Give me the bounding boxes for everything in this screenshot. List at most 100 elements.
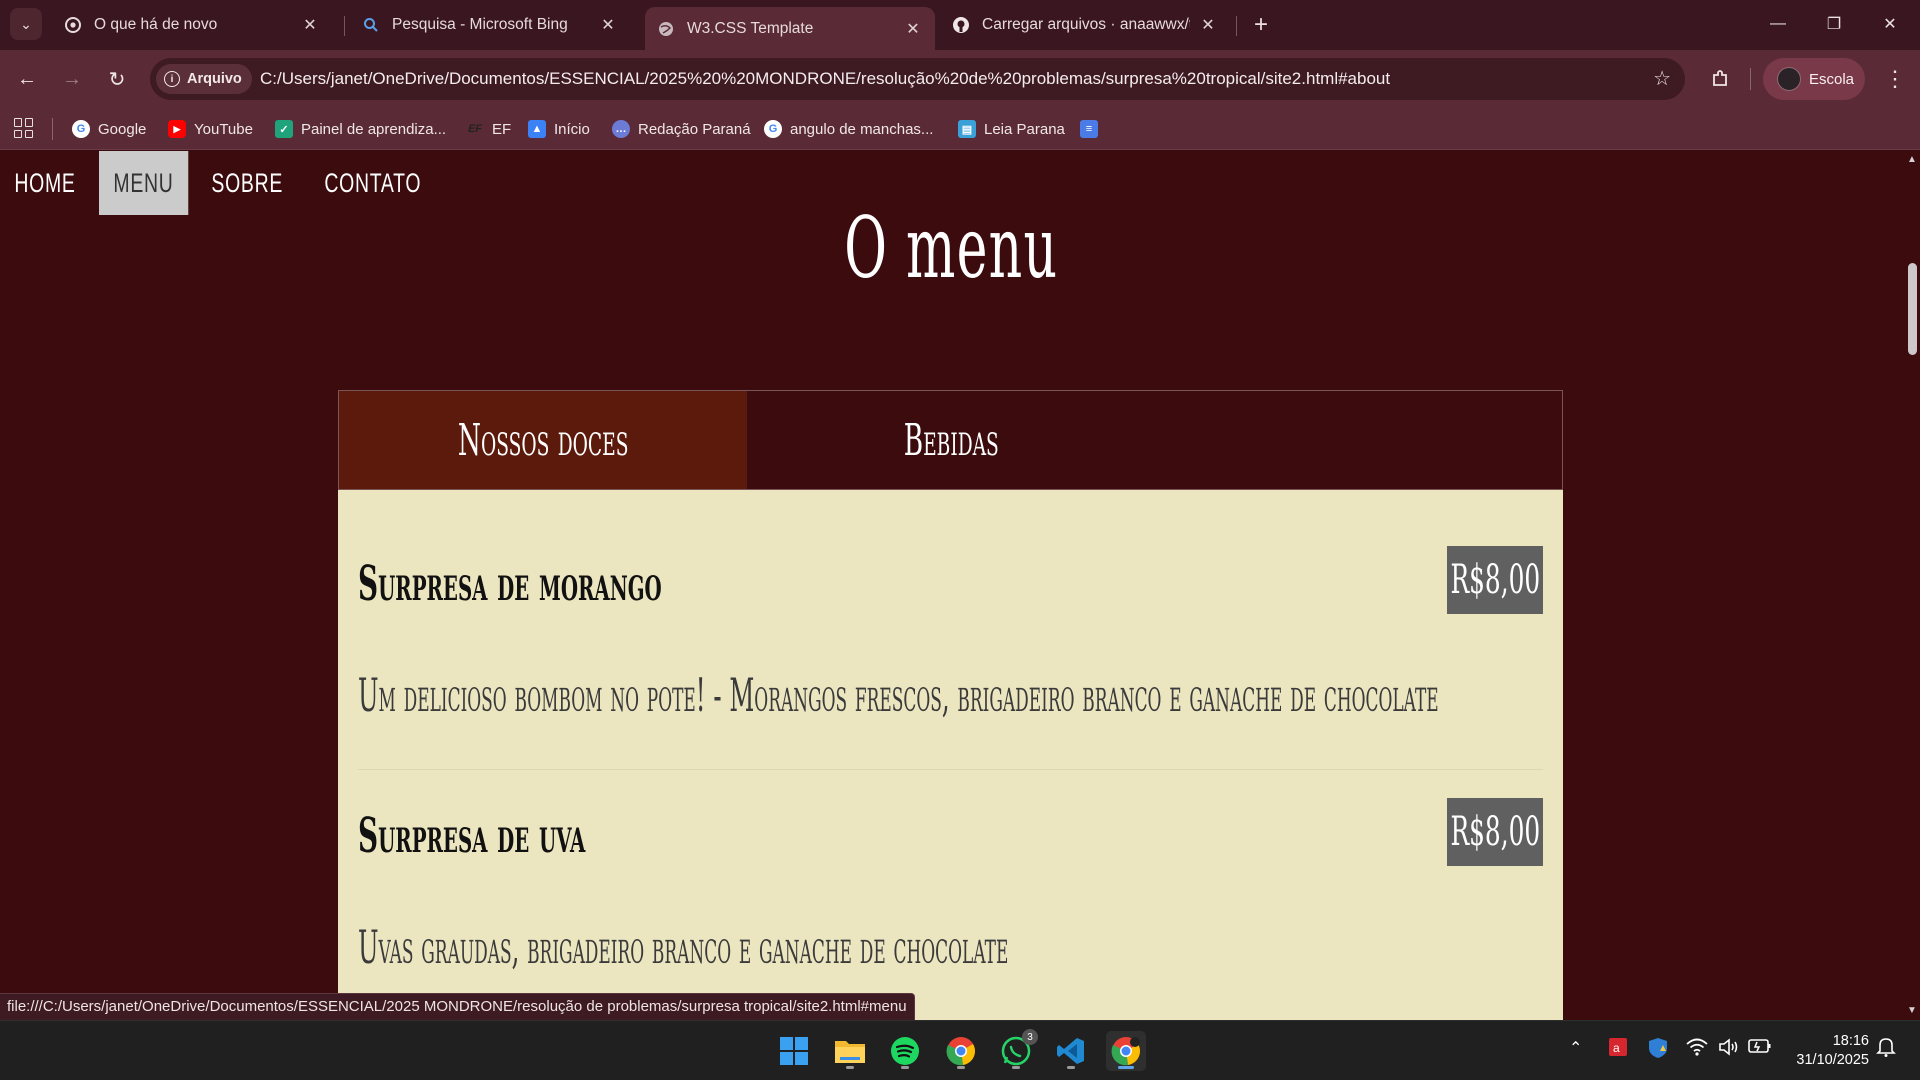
bookmark-ef[interactable]: EF EF: [466, 117, 511, 141]
google-icon: G: [764, 120, 782, 138]
plus-icon: +: [1253, 11, 1268, 38]
browser-titlebar: ⌄ O que há de novo ✕ Pesquisa - Microsof…: [0, 0, 1920, 50]
spotify-icon[interactable]: [885, 1031, 925, 1071]
vscode-icon[interactable]: [1051, 1031, 1091, 1071]
forward-button[interactable]: →: [56, 63, 88, 95]
bookmark-docs[interactable]: ≡: [1080, 117, 1106, 141]
chevron-up-icon[interactable]: ⌃: [1569, 1038, 1582, 1058]
wifi-icon[interactable]: [1686, 1038, 1708, 1061]
item-description: Uvas graudas, brigadeiro branco e ganach…: [358, 920, 1009, 974]
web-page: HOME MENU SOBRE CONTATO O menu Nossos do…: [0, 151, 1904, 1020]
tab-title: Pesquisa - Microsoft Bing: [392, 16, 568, 33]
app-tray-icon[interactable]: a: [1608, 1037, 1628, 1062]
nav-home[interactable]: HOME: [0, 151, 90, 215]
bookmark-label: angulo de manchas...: [790, 120, 934, 138]
chevron-down-icon: ⌄: [20, 15, 32, 32]
close-icon[interactable]: ✕: [300, 15, 320, 35]
tab-title: O que há de novo: [94, 16, 218, 33]
taskbar: 3 ⌃ a 18:16 31/10/2025: [0, 1020, 1920, 1080]
minimize-button[interactable]: —: [1750, 0, 1806, 48]
back-button[interactable]: ←: [11, 63, 43, 95]
running-indicator: [1118, 1066, 1134, 1069]
tab-search-button[interactable]: ⌄: [10, 8, 42, 40]
address-bar[interactable]: i Arquivo C:/Users/janet/OneDrive/Docume…: [150, 58, 1685, 100]
clock-date: 31/10/2025: [1796, 1052, 1869, 1068]
running-indicator: [1012, 1066, 1020, 1069]
search-icon: [362, 16, 380, 34]
battery-icon[interactable]: [1748, 1038, 1772, 1059]
reload-button[interactable]: ↻: [101, 63, 133, 95]
bookmark-painel[interactable]: ✓ Painel de aprendiza...: [275, 117, 446, 141]
nav-sobre[interactable]: SOBRE: [197, 151, 297, 215]
toolbar-separator: [1750, 68, 1751, 90]
whatsapp-icon[interactable]: 3: [996, 1029, 1038, 1071]
tab-bing[interactable]: Pesquisa - Microsoft Bing ✕: [350, 7, 630, 43]
youtube-icon: ▶: [168, 120, 186, 138]
bookmark-angulo[interactable]: G angulo de manchas...: [764, 117, 933, 141]
clock-time: 18:16: [1832, 1033, 1869, 1049]
bookmark-label: YouTube: [194, 120, 253, 138]
shield-icon[interactable]: [1648, 1037, 1668, 1064]
book-icon: ▤: [958, 120, 976, 138]
bookmark-youtube[interactable]: ▶ YouTube: [168, 117, 253, 141]
tab-w3css-template[interactable]: W3.CSS Template ✕: [645, 7, 935, 50]
scroll-down-arrow-icon[interactable]: ▼: [1907, 1006, 1917, 1016]
scroll-thumb[interactable]: [1908, 263, 1917, 355]
running-indicator: [846, 1066, 854, 1069]
bookmark-label: Início: [554, 120, 590, 138]
google-icon: G: [72, 120, 90, 138]
browser-menu-button[interactable]: ⋮: [1880, 63, 1910, 95]
scroll-up-arrow-icon[interactable]: ▲: [1907, 155, 1917, 165]
info-icon: i: [164, 71, 180, 87]
menu-item: Surpresa de morango R$8,00 Um delicioso …: [358, 546, 1543, 736]
taskbar-clock[interactable]: 18:16 31/10/2025: [1779, 1032, 1869, 1070]
chrome-profile-icon[interactable]: [1106, 1031, 1146, 1071]
reload-icon: ↻: [108, 68, 126, 91]
profile-button[interactable]: Escola: [1763, 58, 1865, 100]
file-explorer-icon[interactable]: [830, 1031, 870, 1071]
page-scrollbar[interactable]: ▲ ▼: [1904, 151, 1920, 1020]
bookmark-label: Google: [98, 120, 147, 138]
nav-menu[interactable]: MENU: [99, 151, 188, 215]
chrome-icon: [64, 16, 82, 34]
github-icon: [952, 16, 970, 34]
restore-icon: ❐: [1826, 16, 1842, 33]
bookmark-star-icon[interactable]: ☆: [1653, 66, 1671, 91]
extensions-icon[interactable]: [1704, 63, 1736, 95]
minimize-icon: —: [1770, 15, 1786, 32]
close-icon[interactable]: ✕: [598, 15, 618, 35]
tab-nossos-doces[interactable]: Nossos doces: [339, 391, 747, 489]
close-icon[interactable]: ✕: [903, 19, 923, 39]
restore-button[interactable]: ❐: [1806, 0, 1862, 48]
tab-bebidas[interactable]: Bebidas: [747, 391, 1155, 489]
menu-tabs: Nossos doces Bebidas: [338, 390, 1563, 490]
notifications-icon[interactable]: [1876, 1036, 1896, 1063]
url-text[interactable]: C:/Users/janet/OneDrive/Documentos/ESSEN…: [260, 69, 1390, 89]
avatar: [1777, 67, 1801, 91]
classroom-icon: ▲: [528, 120, 546, 138]
item-description: Um delicioso bombom no pote! - Morangos …: [358, 668, 1439, 722]
bookmark-redacao[interactable]: … Redação Paraná: [612, 117, 751, 141]
close-icon[interactable]: ✕: [1198, 15, 1218, 35]
menu-container: Nossos doces Bebidas Surpresa de morango…: [338, 390, 1563, 1020]
item-name: Surpresa de morango: [358, 556, 662, 612]
tab-github[interactable]: Carregar arquivos · anaawwx/tr ✕: [940, 7, 1230, 43]
bookmark-inicio[interactable]: ▲ Início: [528, 117, 590, 141]
price-badge: R$8,00: [1447, 546, 1543, 614]
arrow-right-icon: →: [62, 67, 82, 90]
windows-start-icon[interactable]: [774, 1031, 814, 1071]
volume-icon[interactable]: [1718, 1038, 1740, 1061]
close-window-button[interactable]: ✕: [1862, 0, 1918, 48]
price-value: R$8,00: [1450, 809, 1540, 855]
running-indicator: [1067, 1066, 1075, 1069]
tab-whats-new[interactable]: O que há de novo ✕: [52, 7, 332, 43]
bookmark-google[interactable]: G Google: [72, 117, 146, 141]
bookmark-label: Painel de aprendiza...: [301, 120, 447, 138]
site-info-chip[interactable]: i Arquivo: [156, 64, 252, 94]
new-tab-button[interactable]: +: [1246, 10, 1276, 40]
chrome-icon[interactable]: [941, 1031, 981, 1071]
apps-grid-icon[interactable]: [14, 118, 34, 138]
bookmark-label: Redação Paraná: [638, 120, 751, 138]
bookmark-leia-parana[interactable]: ▤ Leia Parana: [958, 117, 1065, 141]
svg-text:a: a: [1613, 1041, 1620, 1055]
